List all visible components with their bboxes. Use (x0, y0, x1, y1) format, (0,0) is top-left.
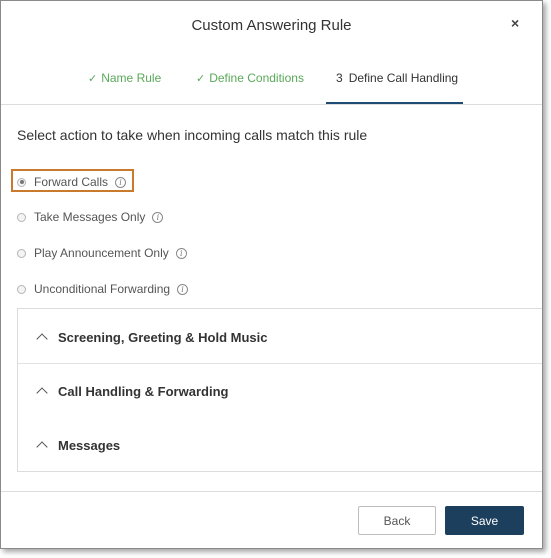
step-label: Define Call Handling (348, 71, 459, 85)
info-icon[interactable]: i (175, 247, 187, 259)
option-play-announcement-only[interactable]: Play Announcement Only i (17, 244, 187, 262)
option-take-messages-only[interactable]: Take Messages Only i (17, 208, 164, 226)
instruction-text: Select action to take when incoming call… (17, 127, 368, 143)
close-icon[interactable]: × (511, 15, 519, 31)
footer-divider (1, 491, 542, 492)
check-icon: ✓ (196, 72, 206, 85)
back-button[interactable]: Back (358, 506, 436, 535)
info-icon[interactable]: i (115, 176, 127, 188)
section-messages[interactable]: Messages (18, 435, 542, 455)
option-label: Take Messages Only (34, 210, 146, 224)
option-label: Unconditional Forwarding (34, 282, 171, 296)
option-forward-calls[interactable]: Forward Calls i (17, 173, 127, 191)
check-icon: ✓ (88, 72, 98, 85)
option-unconditional-forwarding[interactable]: Unconditional Forwarding i (17, 280, 189, 298)
dialog-title: Custom Answering Rule (191, 17, 352, 34)
radio-button[interactable] (17, 177, 26, 187)
step-label: Name Rule (101, 71, 162, 85)
radio-button[interactable] (17, 284, 26, 294)
option-label: Forward Calls (34, 175, 109, 189)
section-divider (18, 363, 542, 364)
chevron-up-icon (36, 387, 48, 399)
section-screening-greeting-hold-music[interactable]: Screening, Greeting & Hold Music (18, 327, 542, 347)
info-icon[interactable]: i (152, 211, 164, 223)
answering-rule-dialog: Custom Answering Rule × ✓ Name Rule ✓ De… (0, 0, 543, 549)
section-call-handling-forwarding[interactable]: Call Handling & Forwarding (18, 381, 542, 401)
step-name-rule[interactable]: ✓ Name Rule (88, 71, 161, 85)
dialog-header: Custom Answering Rule × ✓ Name Rule ✓ De… (1, 1, 542, 105)
radio-button[interactable] (17, 212, 26, 222)
settings-accordion: Screening, Greeting & Hold Music Call Ha… (17, 308, 542, 472)
radio-button[interactable] (17, 248, 26, 258)
chevron-up-icon (36, 333, 48, 345)
step-label: Define Conditions (209, 71, 304, 85)
section-label: Call Handling & Forwarding (58, 383, 229, 399)
option-label: Play Announcement Only (34, 246, 169, 260)
section-label: Screening, Greeting & Hold Music (58, 329, 268, 345)
section-label: Messages (58, 437, 121, 453)
active-step-underline (326, 102, 463, 104)
info-icon[interactable]: i (177, 283, 189, 295)
save-button[interactable]: Save (445, 506, 524, 535)
step-define-conditions[interactable]: ✓ Define Conditions (196, 71, 304, 85)
step-define-call-handling[interactable]: 3 Define Call Handling (336, 71, 458, 85)
chevron-up-icon (36, 441, 48, 453)
step-number: 3 (336, 71, 343, 85)
